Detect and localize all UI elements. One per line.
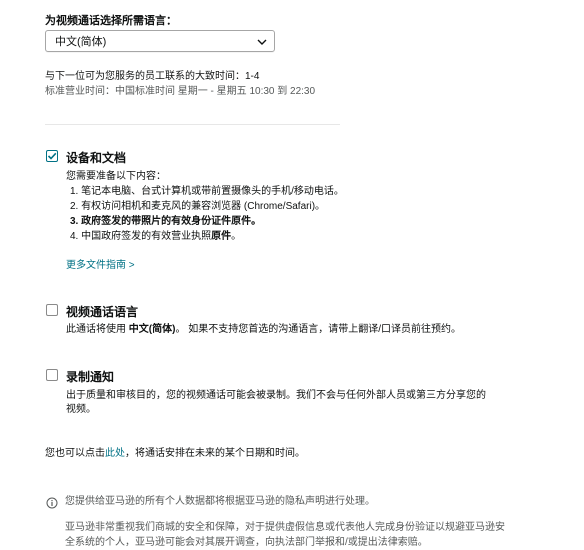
devices-item-2: 2. 有权访问相机和麦克风的兼容浏览器 (Chrome/Safari)。 <box>70 201 326 212</box>
video-language-title: 视频通话语言 <box>66 305 139 319</box>
video-language-pre: 此通话将使用 <box>66 324 129 335</box>
devices-item-1: 1. 笔记本电脑、台式计算机或带前置摄像头的手机/移动电话。 <box>70 186 344 197</box>
language-select[interactable]: 中文(简体) <box>45 30 275 52</box>
devices-item-3: 3. 政府签发的带照片的有效身份证件原件。 <box>70 216 262 227</box>
devices-title: 设备和文档 <box>66 151 127 165</box>
schedule-text: 您也可以点击此处，将通话安排在未来的某个日期和时间。 <box>45 447 305 461</box>
devices-item-4-post: 。 <box>231 231 242 242</box>
business-hours-text: 标准营业时间：中国标准时间 星期一 - 星期五 10:30 到 22:30 <box>45 86 316 97</box>
schedule-pre: 您也可以点击 <box>45 448 105 459</box>
more-docs-link[interactable]: 更多文件指南 > <box>66 259 135 273</box>
check-icon <box>47 152 57 160</box>
video-language-text: 此通话将使用 中文(简体)。 如果不支持您首选的沟通语言，请带上翻译/口译员前往… <box>66 323 461 337</box>
privacy-line-1: 亚马逊非常重视我们商城的安全和保障，对于提供虚假信息或代表他人完成身份验证以规避… <box>65 522 505 533</box>
devices-item-4-text: 4. 中国政府签发的有效营业执照 <box>70 231 212 242</box>
devices-checkbox[interactable] <box>46 150 58 162</box>
language-select-value: 中文(简体) <box>55 36 107 48</box>
devices-item-4-strong: 原件 <box>211 231 232 242</box>
recording-line-2: 视频。 <box>66 404 96 415</box>
devices-intro: 您需要准备以下内容： <box>66 171 166 182</box>
schedule-post: ，将通话安排在未来的某个日期和时间。 <box>125 448 305 459</box>
schedule-link[interactable]: 此处 <box>105 448 125 459</box>
video-language-checkbox[interactable] <box>46 304 58 316</box>
wait-time-text: 与下一位可为您服务的员工联系的大致时间：1-4 <box>45 71 260 82</box>
video-language-lang: 中文(简体) <box>128 324 176 335</box>
video-language-post: 。 如果不支持您首选的沟通语言，请带上翻译/口译员前往预约。 <box>175 324 462 335</box>
language-label: 为视频通话选择所需语言： <box>45 15 177 27</box>
divider <box>45 124 340 125</box>
devices-item-4: 4. 中国政府签发的有效营业执照原件。 <box>70 230 241 244</box>
info-icon <box>46 496 58 514</box>
recording-checkbox[interactable] <box>46 369 58 381</box>
privacy-note: 您提供给亚马逊的所有个人数据都将根据亚马逊的隐私声明进行处理。 <box>65 496 375 507</box>
recording-title: 录制通知 <box>66 370 115 384</box>
chevron-down-icon <box>257 31 267 53</box>
recording-line-1: 出于质量和审核目的，您的视频通话可能会被录制。我们不会与任何外部人员或第三方分享… <box>66 390 486 401</box>
